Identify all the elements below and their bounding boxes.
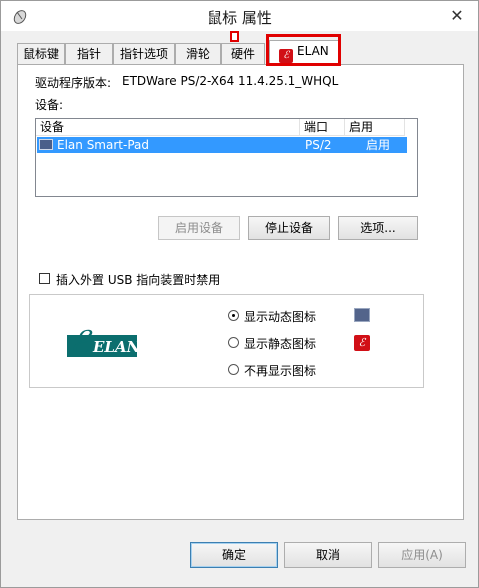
window-title: 鼠标 属性 <box>207 9 272 27</box>
device-row[interactable]: Elan Smart-Pad PS/2 启用 <box>37 137 407 153</box>
mouse-properties-window: 鼠标 属性 ✕ 鼠标键 指针 指针选项 滑轮 硬件 ℰ ELAN 驱动程序版本:… <box>0 0 479 588</box>
tab-pointer-options[interactable]: 指针选项 <box>113 43 175 64</box>
cancel-button[interactable]: 取消 <box>284 542 372 568</box>
devices-label: 设备: <box>35 98 64 112</box>
elan-tab-panel: 驱动程序版本: ETDWare PS/2-X64 11.4.25.1_WHQL … <box>17 64 464 520</box>
tab-elan-label: ELAN <box>297 44 329 58</box>
device-list[interactable]: 设备 端口 启用 Elan Smart-Pad PS/2 启用 <box>35 118 418 197</box>
elan-tab-icon: ℰ <box>279 49 294 63</box>
radio-hide-label: 不再显示图标 <box>244 364 317 378</box>
device-port: PS/2 <box>305 138 332 152</box>
tab-strip: 鼠标键 指针 指针选项 滑轮 硬件 ℰ ELAN <box>17 40 467 65</box>
usb-disable-checkbox[interactable] <box>39 273 50 284</box>
device-name: Elan Smart-Pad <box>57 138 149 152</box>
column-header-port[interactable]: 端口 <box>300 119 345 136</box>
tab-hardware[interactable]: 硬件 <box>221 43 265 64</box>
tab-elan[interactable]: ℰ ELAN <box>269 40 339 65</box>
driver-version-label: 驱动程序版本: <box>35 76 112 90</box>
options-button[interactable]: 选项... <box>338 216 418 240</box>
title-bar: 鼠标 属性 ✕ <box>1 1 478 31</box>
svg-text:ℰ: ℰ <box>69 324 93 364</box>
elan-logo-text: ELAN <box>92 338 141 356</box>
device-enabled: 启用 <box>366 138 391 152</box>
stop-device-button[interactable]: 停止设备 <box>248 216 330 240</box>
tab-buttons[interactable]: 鼠标键 <box>17 43 65 64</box>
radio-dynamic-icon[interactable] <box>228 310 239 321</box>
tab-wheel[interactable]: 滑轮 <box>175 43 221 64</box>
radio-hide-icon[interactable] <box>228 364 239 375</box>
usb-disable-label: 插入外置 USB 指向装置时禁用 <box>56 273 221 287</box>
radio-static-label: 显示静态图标 <box>244 337 317 351</box>
radio-static-icon[interactable] <box>228 337 239 348</box>
driver-version-value: ETDWare PS/2-X64 11.4.25.1_WHQL <box>122 74 339 88</box>
ok-button[interactable]: 确定 <box>190 542 278 568</box>
close-button[interactable]: ✕ <box>446 5 468 27</box>
enable-device-button[interactable]: 启用设备 <box>158 216 240 240</box>
column-header-enabled[interactable]: 启用 <box>345 119 405 136</box>
elan-icon: ℰ <box>354 335 370 351</box>
annotation-marker <box>230 31 239 42</box>
tab-pointers[interactable]: 指针 <box>65 43 113 64</box>
monitor-icon <box>354 308 370 322</box>
monitor-icon <box>39 139 53 150</box>
apply-button[interactable]: 应用(A) <box>378 542 466 568</box>
column-header-device[interactable]: 设备 <box>36 119 300 136</box>
elan-logo: ℰ ELAN <box>63 317 141 370</box>
radio-dynamic-label: 显示动态图标 <box>244 310 317 324</box>
